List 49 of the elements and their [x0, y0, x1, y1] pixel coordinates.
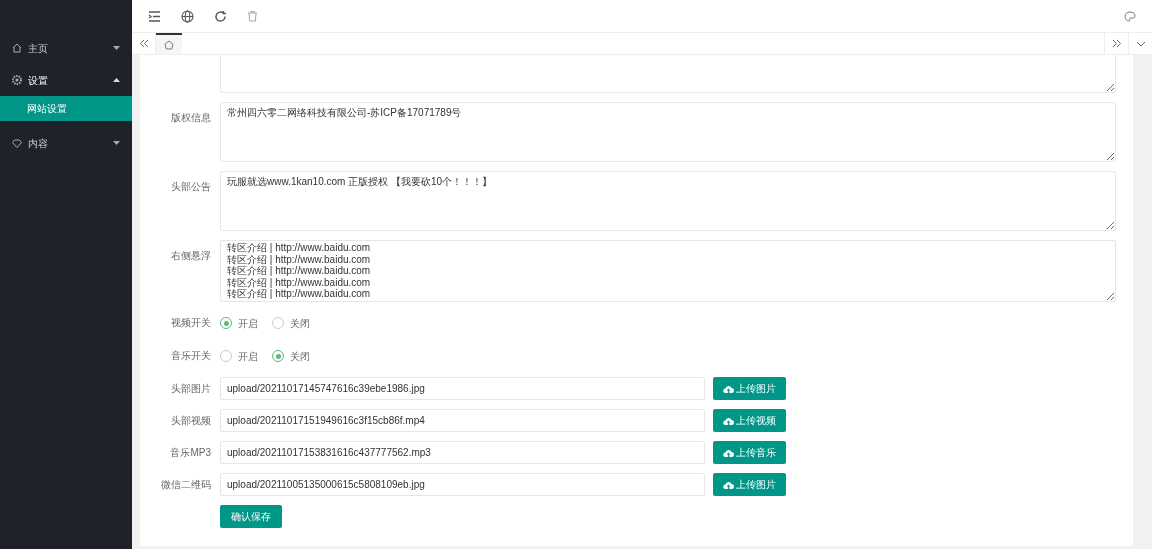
file-path-field[interactable]: upload/20211017145747616c39ebe1986.jpg	[220, 377, 705, 400]
field-label: 右侧悬浮	[170, 249, 212, 263]
field-label: 音乐开关	[170, 349, 212, 363]
trash-icon[interactable]	[247, 10, 258, 22]
gear-icon	[12, 75, 22, 85]
caret-icon	[113, 78, 120, 82]
sidebar-item[interactable]: 主页	[0, 32, 132, 64]
radio-option[interactable]: 关闭	[272, 348, 310, 364]
field-label: 视频开关	[170, 316, 212, 330]
menu-icon[interactable]	[148, 9, 161, 23]
globe-icon[interactable]	[181, 9, 194, 23]
file-path-field[interactable]: upload/20211017153831616c437777562.mp3	[220, 441, 705, 464]
home-tab[interactable]	[156, 33, 182, 54]
diamond-icon	[12, 138, 22, 148]
palette-icon[interactable]	[1124, 10, 1136, 22]
refresh-icon[interactable]	[214, 9, 227, 23]
radio-option[interactable]: 关闭	[272, 315, 310, 331]
text-area[interactable]: 常州四六零二网络科技有限公司-苏ICP备17071789号	[220, 102, 1116, 162]
upload-button[interactable]: 上传音乐	[713, 441, 786, 464]
chevron-down-icon	[1135, 40, 1146, 47]
sidebar-subitem[interactable]: 网站设置	[0, 96, 132, 121]
upload-button[interactable]: 上传图片	[713, 473, 786, 496]
radio-option[interactable]: 开启	[220, 315, 258, 331]
sidebar-item[interactable]: 内容	[0, 127, 132, 159]
double-chevron-right-icon	[1111, 39, 1122, 48]
file-path-field[interactable]: upload/20211005135000615c5808109eb.jpg	[220, 473, 705, 496]
double-chevron-left-icon	[138, 39, 149, 48]
caret-icon	[113, 46, 120, 50]
field-label: 头部视频	[170, 414, 212, 428]
field-label: 微信二维码	[160, 478, 212, 492]
sidebar-item[interactable]: 设置	[0, 64, 132, 96]
radio-option[interactable]: 开启	[220, 348, 258, 364]
text-area[interactable]: 玩服就选www.1kan10.com 正版授权 【我要砍10个！！！】	[220, 171, 1116, 231]
field-label: 头部图片	[170, 382, 212, 396]
home-icon	[12, 43, 22, 53]
field-label: 音乐MP3	[169, 446, 212, 460]
home-icon	[164, 39, 174, 50]
upload-button[interactable]: 上传图片	[713, 377, 786, 400]
upload-button[interactable]: 上传视频	[713, 409, 786, 432]
save-button[interactable]: 确认保存	[220, 505, 282, 528]
upload-cloud-icon	[723, 480, 734, 489]
upload-cloud-icon	[723, 384, 734, 393]
text-area[interactable]: 转区介绍 | http://www.baidu.com 转区介绍 | http://www.baidu.com 转区介绍 | http://www.baidu.com 转区介绍 | http://www.baidu.com 转区介绍 | http://www.baidu.com	[220, 240, 1116, 302]
caret-icon	[113, 141, 120, 145]
upload-cloud-icon	[723, 416, 734, 425]
field-label: 版权信息	[170, 111, 212, 125]
field-label: 头部公告	[170, 180, 212, 194]
upload-cloud-icon	[723, 448, 734, 457]
file-path-field[interactable]: upload/20211017151949616c3f15cb86f.mp4	[220, 409, 705, 432]
